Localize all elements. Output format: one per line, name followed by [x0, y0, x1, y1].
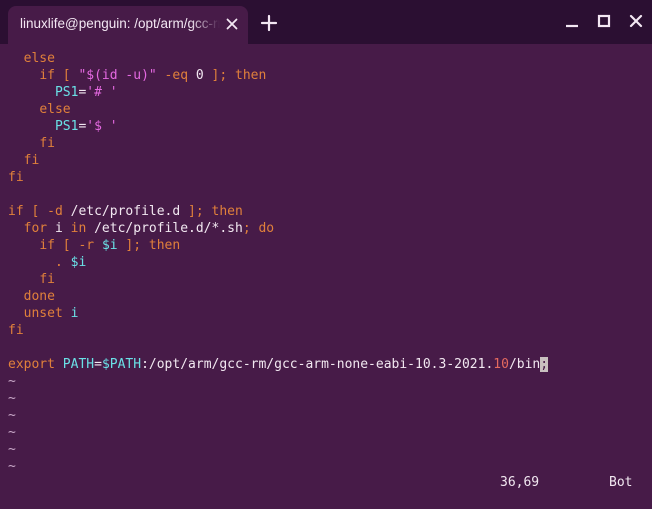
code-token: in [62, 221, 95, 236]
code-token: fi [39, 136, 55, 151]
editor-line: ~ [8, 441, 16, 458]
code-token: -eq [156, 68, 196, 83]
code-token: $i [70, 255, 87, 270]
code-token: /etc/profile.d/*.sh [94, 221, 243, 236]
code-token: else [39, 102, 71, 117]
scroll-indicator: Bot [609, 475, 633, 490]
code-token: $i [101, 238, 118, 253]
code-token: . [54, 255, 71, 270]
editor-line: fi [8, 152, 40, 169]
code-token: ; do [242, 221, 275, 236]
editor-line: ~ [8, 458, 16, 475]
code-token: export [8, 357, 63, 372]
code-token: fi [39, 272, 55, 287]
terminal-viewport[interactable]: else if [ "$(id -u)" -eq 0 ]; then PS1='… [0, 44, 652, 509]
code-token: if [ [39, 68, 79, 83]
code-token: fi [23, 153, 40, 168]
code-token: unset [23, 306, 71, 321]
code-token: ]; then [117, 238, 181, 253]
code-token: ]; then [180, 204, 243, 219]
code-token: 0 [195, 68, 204, 83]
code-token: /etc/profile.d [70, 204, 181, 219]
code-token: PS1 [54, 85, 79, 100]
code-token: done [23, 289, 55, 304]
minimize-icon[interactable] [563, 12, 581, 30]
terminal-window: linuxlife@penguin: /opt/arm/gcc-rm else … [0, 0, 652, 509]
editor-line: for i in /etc/profile.d/*.sh; do [8, 220, 274, 237]
code-token: '$ ' [86, 119, 118, 134]
code-token: $PATH [101, 357, 142, 372]
code-token: i [54, 221, 63, 236]
code-token: PATH [62, 357, 95, 372]
editor-line: else [8, 50, 55, 67]
editor-line: if [ -r $i ]; then [8, 237, 180, 254]
editor-line: else [8, 101, 71, 118]
code-token: if [ -r [39, 238, 102, 253]
text-cursor: ; [540, 357, 549, 372]
code-token: ~ [8, 408, 16, 423]
editor-line: fi [8, 271, 55, 288]
close-icon[interactable] [224, 16, 240, 32]
editor-line: ~ [8, 390, 16, 407]
editor-line: ~ [8, 424, 16, 441]
code-token: /bin [508, 357, 541, 372]
editor-line: . $i [8, 254, 86, 271]
maximize-icon[interactable] [595, 12, 613, 30]
code-token: i [70, 306, 79, 321]
code-token: for [23, 221, 55, 236]
plus-icon[interactable] [259, 13, 279, 33]
window-close-icon[interactable] [627, 12, 645, 30]
cursor-position: 36,69 [500, 475, 540, 490]
editor-line: done [8, 288, 55, 305]
code-token: ~ [8, 459, 16, 474]
code-token: ~ [8, 391, 16, 406]
editor-line: ~ [8, 407, 16, 424]
editor-line: PS1='# ' [8, 84, 118, 101]
title-bar: linuxlife@penguin: /opt/arm/gcc-rm [0, 0, 652, 44]
code-token: '# ' [86, 85, 118, 100]
editor-line: fi [8, 135, 55, 152]
code-token: else [23, 51, 55, 66]
code-token: 10 [493, 357, 509, 372]
editor-line: if [ "$(id -u)" -eq 0 ]; then [8, 67, 266, 84]
code-token: ~ [8, 374, 16, 389]
editor-line: unset i [8, 305, 79, 322]
editor-line: ~ [8, 373, 16, 390]
code-token: :/opt/arm/gcc-rm/gcc-arm-none-eabi-10.3-… [141, 357, 494, 372]
code-token: ]; then [203, 68, 267, 83]
editor-line: export PATH=$PATH:/opt/arm/gcc-rm/gcc-ar… [8, 356, 549, 373]
code-token: fi [8, 323, 24, 338]
editor-line: fi [8, 322, 24, 339]
code-token: ~ [8, 442, 16, 457]
code-token: = [94, 357, 102, 372]
editor-line: PS1='$ ' [8, 118, 118, 135]
code-token: ~ [8, 425, 16, 440]
code-token: fi [8, 170, 24, 185]
code-token: "$(id -u)" [78, 68, 157, 83]
terminal-tab[interactable]: linuxlife@penguin: /opt/arm/gcc-rm [8, 6, 248, 44]
tab-title: linuxlife@penguin: /opt/arm/gcc-rm [20, 16, 220, 31]
code-token: if [ -d [8, 204, 71, 219]
editor-line: if [ -d /etc/profile.d ]; then [8, 203, 243, 220]
code-token: PS1 [54, 119, 79, 134]
editor-line: fi [8, 169, 24, 186]
